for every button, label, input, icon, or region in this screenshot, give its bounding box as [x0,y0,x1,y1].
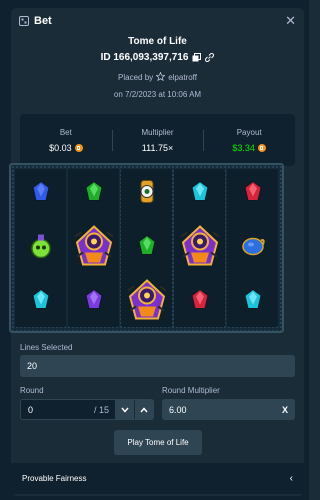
play-game-button[interactable]: Play Tome of Life [114,430,202,455]
stat-bet: Bet $0.03 [20,128,112,153]
slot-reels [9,163,284,333]
reel-column [15,169,66,327]
star-icon [155,71,166,83]
round-multiplier-value: 6.00 [169,404,187,415]
bet-stats-panel: Bet $0.03 Multiplier 111.75× Payout $3.3… [20,114,295,166]
provable-fairness-bar[interactable]: Provable Fairness ‹ [11,463,304,494]
stat-multiplier-label: Multiplier [141,127,174,137]
round-value[interactable]: 0 [21,405,94,415]
provable-fairness-label: Provable Fairness [22,474,87,483]
placed-by-row: Placed by elpatroff [11,71,304,83]
stat-payout: Payout $3.34 [203,128,295,153]
round-multiplier-field: 6.00 X [162,399,295,420]
bet-icon [19,16,29,26]
pharaoh-symbol-icon [71,223,117,274]
placed-by-label: Placed by [118,73,154,82]
round-total: / 15 [93,404,109,415]
stat-bet-label: Bet [59,127,72,137]
lines-selected-label: Lines Selected [20,343,73,352]
stat-bet-value-row: $0.03 [20,143,112,153]
bet-id-row: ID 166,093,397,716 [11,52,304,63]
eye-totem-symbol-icon [137,179,157,210]
username-link[interactable]: elpatroff [168,73,197,82]
bet-id: ID 166,093,397,716 [100,52,189,63]
multiplier-x-label: X [281,404,288,415]
game-name[interactable]: Tome of Life [11,36,304,47]
stat-multiplier: Multiplier 111.75× [111,127,204,153]
bet-date: on 7/2/2023 at 10:06 AM [113,90,202,99]
bitcoin-icon [74,143,83,152]
stat-bet-value: $0.03 [49,142,72,153]
purple-gem-symbol-icon [84,288,103,315]
round-next-button[interactable] [134,400,153,419]
chevron-up-icon [140,406,148,412]
reel-column [227,169,278,327]
cyan-gem-symbol-icon [31,288,50,315]
reel-column [68,169,119,327]
pharaoh-symbol-icon [124,276,170,327]
stat-payout-value: $3.34 [232,142,255,153]
stat-payout-value-row: $3.34 [203,143,295,153]
stat-multiplier-value: 111.75× [141,142,174,153]
round-prev-button[interactable] [115,400,134,419]
red-gem-symbol-icon [190,288,209,315]
reel-column [121,169,172,327]
blue-urn-symbol-icon [241,235,265,262]
cyan-gem-symbol-icon [243,288,262,315]
copy-icon[interactable] [192,53,202,62]
reel-column [174,169,225,327]
chevron-down-icon [120,407,129,413]
green-gem-symbol-icon [137,234,156,262]
modal-title: Bet [34,15,52,27]
pharaoh-symbol-icon [177,223,223,274]
round-multiplier-label: Round Multiplier [162,386,220,395]
round-input[interactable]: 0 / 15 [20,399,154,420]
bitcoin-icon [257,143,266,152]
modal-header: Bet ✕ [11,8,304,34]
red-gem-symbol-icon [243,181,262,208]
green-potion-symbol-icon [30,233,52,264]
reel-grid [15,169,278,327]
link-icon[interactable] [205,53,215,62]
lines-selected-field: 20 [20,355,295,377]
blue-gem-symbol-icon [31,181,50,208]
close-icon[interactable]: ✕ [285,13,296,29]
cyan-gem-symbol-icon [190,181,209,208]
chevron-left-icon: ‹ [289,473,293,484]
round-label: Round [20,386,44,395]
green-gem-symbol-icon [84,181,103,208]
stat-payout-label: Payout [236,127,262,137]
